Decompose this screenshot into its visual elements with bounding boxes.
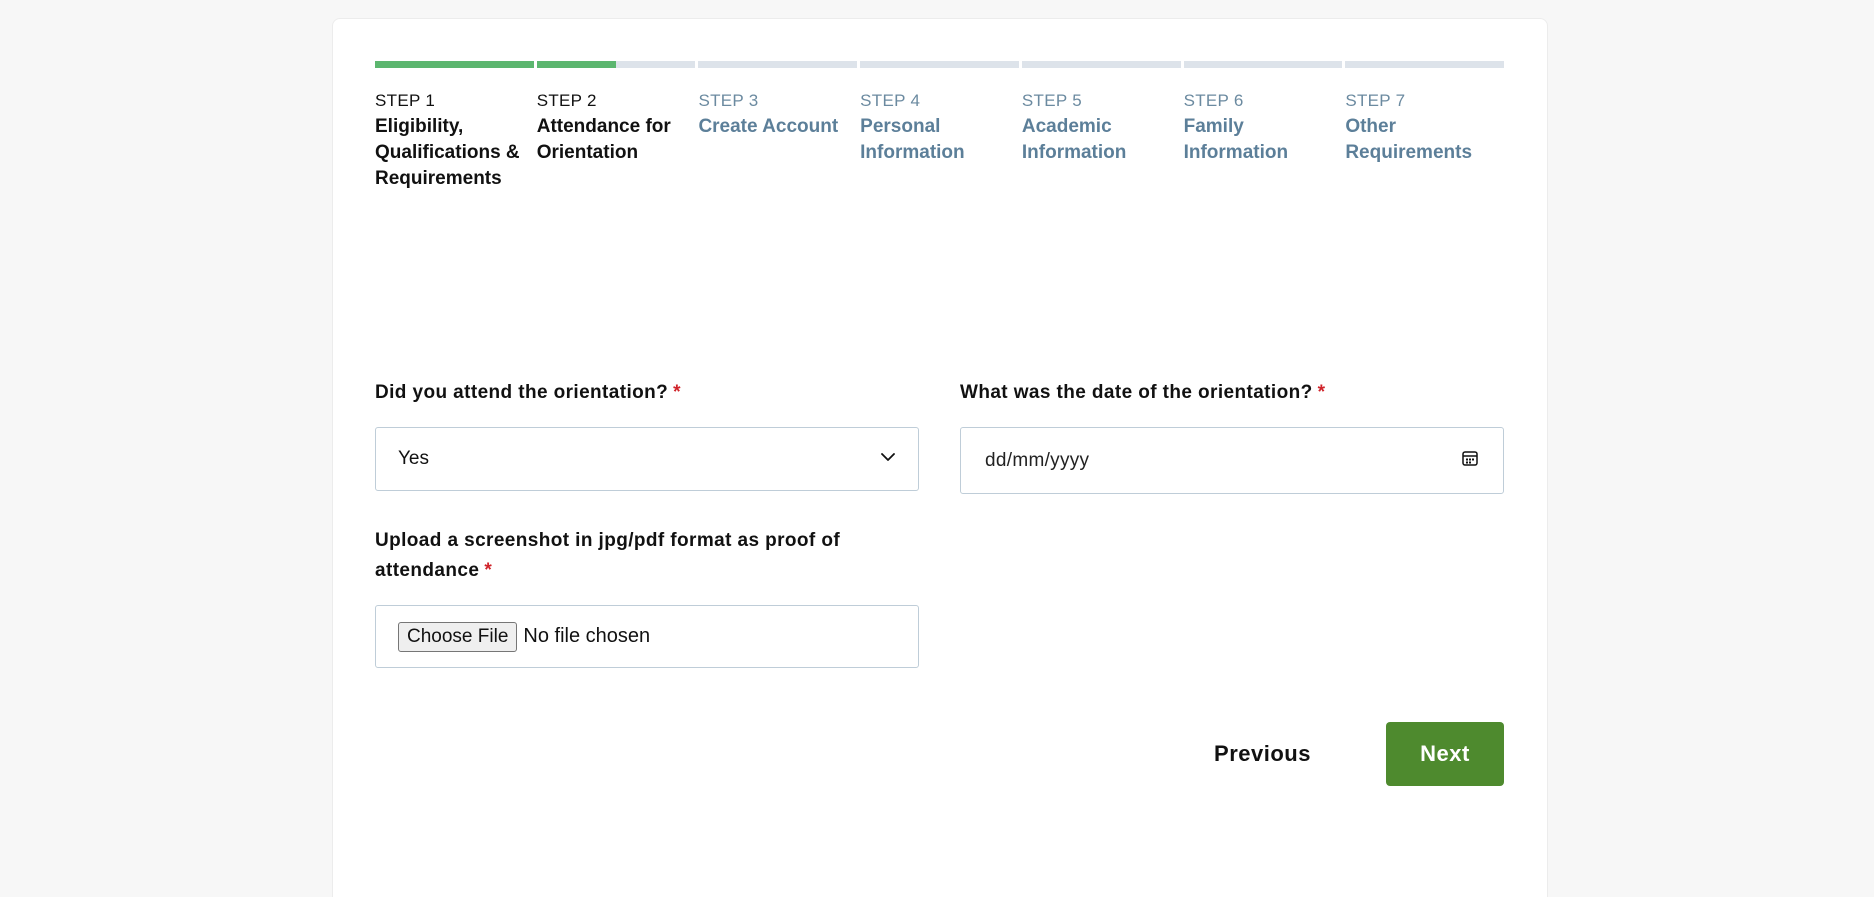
required-mark: *: [673, 382, 681, 403]
step-number: STEP 4: [860, 91, 921, 110]
step-progress-fill: [375, 61, 534, 68]
step-progress-bar: [1021, 61, 1181, 68]
orientation-date-input[interactable]: dd/mm/yyyy: [960, 427, 1504, 494]
step-progress-bar: [860, 61, 1019, 68]
proof-file-input[interactable]: Choose File No file chosen: [375, 605, 919, 668]
step-number: STEP 1: [375, 91, 436, 110]
step-title: Create Account: [698, 116, 839, 137]
step-title: Academic Information: [1021, 116, 1127, 163]
step-number: STEP 6: [1183, 91, 1244, 110]
step-number: STEP 7: [1345, 91, 1406, 110]
step-1[interactable]: STEP 1 Eligibility, Qualifications & Req…: [375, 61, 534, 192]
step-progress-bar: [536, 61, 696, 68]
step-number: STEP 5: [1021, 91, 1082, 110]
choose-file-button[interactable]: Choose File: [398, 621, 518, 652]
step-4[interactable]: STEP 4 Personal Information: [860, 61, 1019, 192]
step-title: Other Requirements: [1345, 116, 1473, 163]
step-progress-bar: [375, 61, 534, 68]
upload-label-text: Upload a screenshot in jpg/pdf format as…: [375, 530, 841, 581]
step-title: Personal Information: [860, 116, 965, 163]
step-2[interactable]: STEP 2 Attendance for Orientation: [536, 61, 696, 192]
required-mark: *: [484, 560, 493, 581]
file-status: No file chosen: [523, 625, 651, 647]
step-progress-bar: [698, 61, 858, 68]
date-label: What was the date of the orientation? *: [960, 378, 1325, 408]
stepper: STEP 1 Eligibility, Qualifications & Req…: [375, 61, 1505, 192]
attended-label-text: Did you attend the orientation?: [375, 382, 669, 403]
step-progress-bar: [1183, 61, 1343, 68]
chevron-down-icon: [880, 449, 896, 470]
date-placeholder: dd/mm/yyyy: [985, 449, 1090, 471]
step-6[interactable]: STEP 6 Family Information: [1183, 61, 1343, 192]
attended-select[interactable]: Yes: [375, 427, 919, 491]
step-5[interactable]: STEP 5 Academic Information: [1021, 61, 1181, 192]
step-title: Eligibility, Qualifications & Requiremen…: [375, 116, 520, 189]
date-label-text: What was the date of the orientation?: [960, 382, 1313, 403]
step-number: STEP 3: [698, 91, 759, 110]
step-number: STEP 2: [536, 91, 597, 110]
attended-select-value: Yes: [398, 448, 429, 469]
attended-label: Did you attend the orientation? *: [375, 378, 681, 408]
step-title: Attendance for Orientation: [536, 116, 671, 163]
next-button[interactable]: Next: [1386, 722, 1504, 786]
previous-button[interactable]: Previous: [1190, 722, 1335, 786]
step-3[interactable]: STEP 3 Create Account: [698, 61, 858, 192]
step-title: Family Information: [1183, 116, 1289, 163]
upload-label: Upload a screenshot in jpg/pdf format as…: [375, 526, 895, 586]
required-mark: *: [1317, 382, 1326, 403]
step-progress-fill: [536, 61, 617, 68]
step-7[interactable]: STEP 7 Other Requirements: [1345, 61, 1505, 192]
calendar-icon[interactable]: [1461, 449, 1479, 472]
step-progress-bar: [1345, 61, 1505, 68]
